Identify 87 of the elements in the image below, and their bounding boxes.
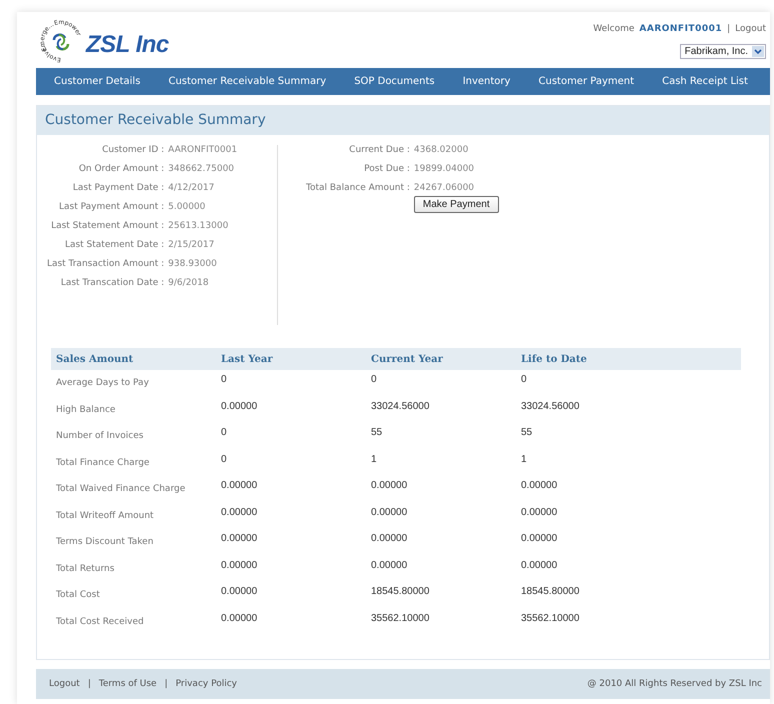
table-cell-text: 0.00000 [370, 558, 408, 572]
table-cell-text: 1 [370, 452, 378, 466]
table-cell-text: 0.00000 [520, 506, 558, 520]
panel-title: Customer Receivable Summary [45, 112, 266, 128]
table-cell-text: 35562.10000 [370, 612, 430, 626]
table-cell-text: Total Waived Finance Charge [55, 483, 186, 496]
field-label: Last Payment Date : [72, 183, 164, 193]
table-cell-text: Total Cost [55, 589, 101, 602]
field-label: Last Transcation Date : [60, 278, 164, 288]
field-label: Post Due : [363, 164, 410, 174]
make-payment-button[interactable]: Make Payment [414, 196, 499, 213]
table-cell-text: 0.00000 [220, 479, 258, 493]
column-header: Last Year [216, 348, 366, 370]
column-header: Current Year [366, 348, 516, 370]
table-cell-text: 0.00000 [220, 558, 258, 572]
footer-link[interactable]: Logout [49, 679, 80, 689]
field-value: 5.00000 [168, 202, 206, 212]
field-label: Last Payment Amount : [58, 202, 164, 212]
field-label: Last Statement Date : [64, 240, 164, 250]
field-value: 2/15/2017 [168, 240, 216, 250]
field-label: Current Due : [348, 145, 410, 155]
table-cell-text: 18545.80000 [370, 585, 430, 599]
table-cell-text: 35562.10000 [520, 612, 580, 626]
field-label: Total Balance Amount : [306, 183, 410, 193]
table-cell-text: Terms Discount Taken [55, 536, 154, 549]
table-cell-text: 0.00000 [220, 612, 258, 626]
table-cell: 0 [516, 370, 741, 396]
copyright-text: @ 2010 All Rights Reserved by ZSL Inc [587, 679, 762, 689]
table-cell-text: 0.00000 [220, 532, 258, 546]
table-cell-text: 55 [520, 426, 534, 440]
nav-link[interactable]: Customer Details [54, 76, 140, 87]
company-select[interactable]: Fabrikam, Inc. [680, 44, 766, 59]
nav-link[interactable]: Cash Receipt List [662, 76, 748, 87]
separator-text: | [88, 679, 91, 689]
table-cell-text: 0.00000 [370, 532, 408, 546]
field-value: 348662.75000 [168, 164, 236, 174]
table-cell-text: 33024.56000 [370, 400, 430, 414]
field-value: AARONFIT0001 [168, 145, 238, 155]
field-value: 24267.06000 [414, 183, 476, 193]
table-cell-text: 0.00000 [520, 532, 558, 546]
table-cell-text: 0.00000 [220, 585, 258, 599]
table-cell: 0 [216, 370, 366, 396]
field-label: Last Transaction Amount : [46, 259, 164, 269]
nav-link[interactable]: Inventory [462, 76, 510, 87]
welcome-text: Welcome [593, 24, 634, 34]
logout-link[interactable]: Logout [735, 24, 766, 34]
table-cell: 0 [366, 370, 516, 396]
field-value: 19899.04000 [414, 164, 476, 174]
field-label: On Order Amount : [78, 164, 164, 174]
separator-text: | [164, 679, 168, 689]
field-value: 4368.02000 [414, 145, 470, 155]
table-cell-text: 0 [220, 426, 228, 440]
table-cell-text: Number of Invoices [55, 430, 144, 443]
table-cell-text: 0.00000 [220, 400, 258, 414]
table-cell-text: 0.00000 [370, 506, 408, 520]
field-value: 4/12/2017 [168, 183, 216, 193]
table-cell-text: 0.00000 [220, 506, 258, 520]
table-cell-text: 55 [370, 426, 384, 440]
separator-text: | [727, 24, 730, 34]
table-cell-text: 1 [520, 452, 528, 466]
footer-link[interactable]: Privacy Policy [176, 679, 237, 689]
table-cell-text: 18545.80000 [520, 585, 580, 599]
table-cell: Average Days to Pay [51, 370, 216, 396]
field-value: 9/6/2018 [168, 278, 210, 288]
field-value: 25613.13000 [168, 221, 230, 231]
table-cell-text: 0.00000 [370, 479, 408, 493]
table-cell-text: 0.00000 [520, 558, 558, 572]
table-cell-text: High Balance [55, 404, 116, 416]
nav-link[interactable]: SOP Documents [354, 76, 435, 87]
column-header: Life to Date [516, 348, 741, 370]
user-name: AARONFIT0001 [639, 24, 722, 34]
table-cell-text: Total Finance Charge [55, 456, 150, 470]
table-cell-text: Total Writeoff Amount [55, 510, 155, 522]
caret-icon [752, 46, 764, 57]
column-header: Sales Amount [51, 348, 216, 370]
field-label: Last Statement Amount : [50, 221, 164, 231]
nav-link[interactable]: Customer Payment [538, 76, 634, 87]
field-value: 938.93000 [168, 259, 218, 269]
table-cell-text: Total Returns [55, 562, 116, 576]
nav-link[interactable]: Customer Receivable Summary [168, 76, 326, 87]
table-cell-text: Total Cost Received [55, 616, 145, 628]
table-cell-text: 33024.56000 [520, 400, 580, 414]
table-cell-text: 0 [220, 452, 228, 466]
field-label: Customer ID : [101, 145, 164, 155]
footer-link[interactable]: Terms of Use [98, 679, 157, 689]
table-cell-text: 0.00000 [520, 479, 558, 493]
logo-text: ZSL Inc [86, 31, 169, 59]
